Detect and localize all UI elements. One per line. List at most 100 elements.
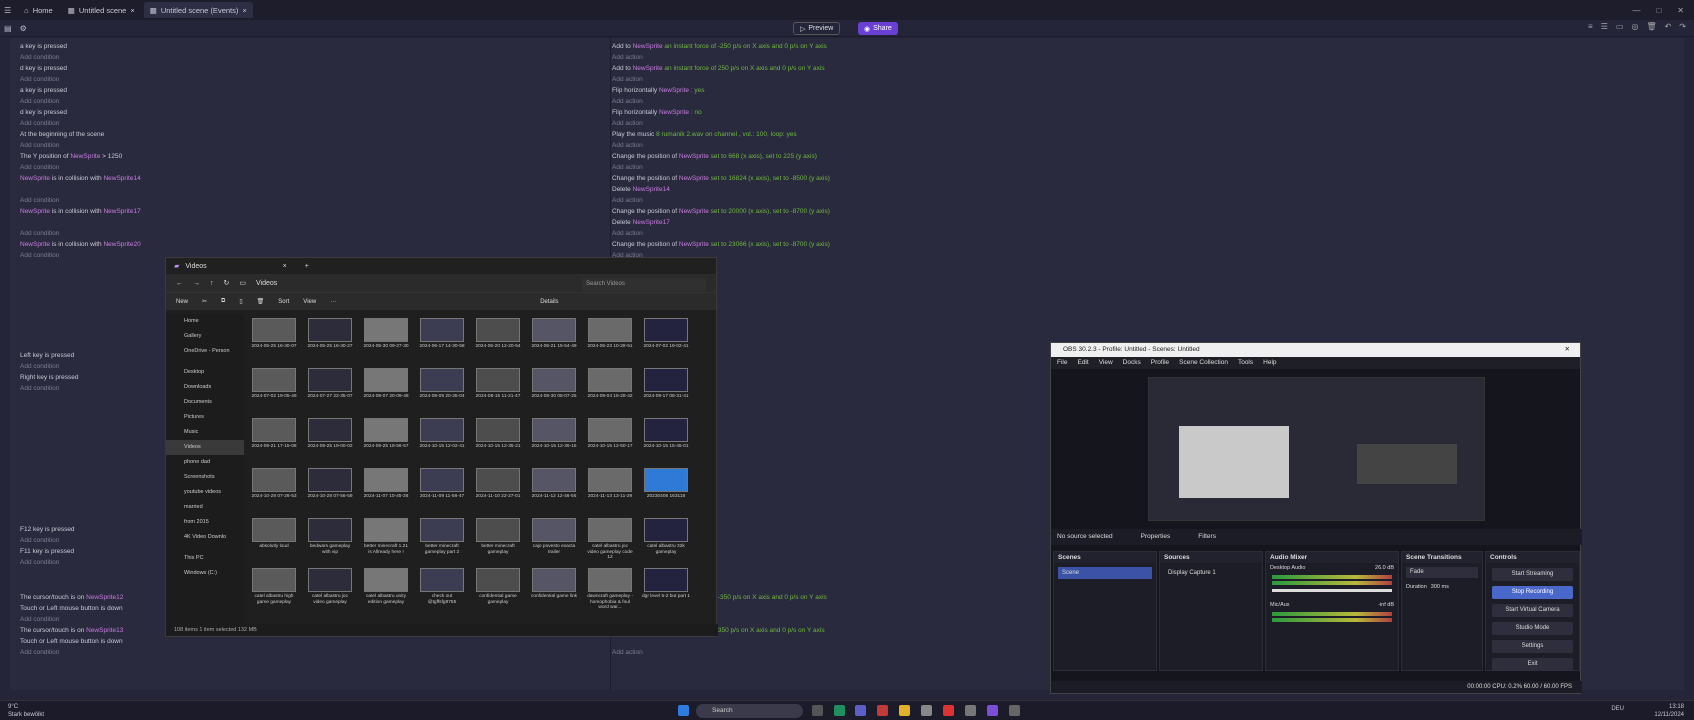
close-icon[interactable]: × bbox=[242, 6, 246, 15]
sidebar-item[interactable]: Screenshots bbox=[166, 470, 244, 485]
condition[interactable]: The cursor/touch is on NewSprite12 bbox=[20, 592, 123, 603]
video-thumbnail[interactable]: 2024-06-21 15-54-49 bbox=[530, 318, 578, 366]
obs-menu-item[interactable]: Scene Collection bbox=[1179, 357, 1228, 369]
teams-icon[interactable] bbox=[855, 705, 866, 716]
sidebar-item[interactable]: Pictures bbox=[166, 410, 244, 425]
video-thumbnail[interactable]: better minecraft 1.21 is Allready here ! bbox=[362, 518, 410, 566]
video-thumbnail[interactable]: 2024-10-15 15-45-01 bbox=[642, 418, 690, 466]
video-thumbnail[interactable]: 2024-10-15 12-50-17 bbox=[586, 418, 634, 466]
list-icon[interactable]: ☰ bbox=[1601, 22, 1608, 31]
control-exit-button[interactable]: Exit bbox=[1492, 658, 1573, 671]
settings-icon[interactable]: ⚙ bbox=[16, 24, 31, 33]
action[interactable]: Play the music 8 rumanik 2.wav on channe… bbox=[612, 129, 797, 140]
obs-menu-item[interactable]: Tools bbox=[1238, 357, 1253, 369]
video-thumbnail[interactable]: 2024-05-30 09-27-30 bbox=[362, 318, 410, 366]
control-settings-button[interactable]: Settings bbox=[1492, 640, 1573, 653]
condition[interactable]: Left key is pressed bbox=[20, 350, 74, 361]
video-thumbnail[interactable]: 2024-07-27 22-35-07 bbox=[306, 368, 354, 416]
new-button[interactable]: New bbox=[176, 299, 188, 305]
sidebar-item[interactable]: This PC bbox=[166, 551, 244, 566]
condition[interactable]: a key is pressed bbox=[20, 41, 67, 52]
add-condition-link[interactable]: Add condition bbox=[20, 228, 59, 239]
obs-menu-item[interactable]: View bbox=[1099, 357, 1113, 369]
properties-button[interactable]: Properties bbox=[1141, 529, 1171, 545]
video-thumbnail[interactable]: 2024-10-28 07-26-53 bbox=[250, 468, 298, 516]
condition[interactable]: Touch or Left mouse button is down bbox=[20, 636, 123, 647]
panel-icon[interactable]: ▤ bbox=[0, 24, 16, 33]
add-condition-link[interactable]: Add condition bbox=[20, 535, 59, 546]
app3-icon[interactable] bbox=[1009, 705, 1020, 716]
video-thumbnail[interactable]: 2024-08-07 20-09-48 bbox=[362, 368, 410, 416]
menu-icon[interactable]: ☰ bbox=[0, 6, 15, 15]
action[interactable]: Add to NewSprite an instant force of -25… bbox=[612, 41, 827, 52]
action[interactable]: Change the position of NewSprite set to … bbox=[612, 173, 830, 184]
delete-icon[interactable]: 🗑 bbox=[1646, 22, 1656, 31]
add-condition-link[interactable]: Add condition bbox=[20, 118, 59, 129]
add-condition-link[interactable]: Add condition bbox=[20, 74, 59, 85]
add-action-link[interactable]: Add action bbox=[612, 162, 643, 173]
video-thumbnail[interactable]: catel albastru unity edition gameplay bbox=[362, 568, 410, 616]
sidebar-item[interactable]: OneDrive - Person bbox=[166, 344, 244, 359]
add-action-link[interactable]: Add action bbox=[612, 74, 643, 85]
condition[interactable]: d key is pressed bbox=[20, 63, 67, 74]
action[interactable]: Change the position of NewSprite set to … bbox=[612, 239, 830, 250]
action[interactable]: Change the position of NewSprite set to … bbox=[612, 206, 830, 217]
video-thumbnail[interactable]: confidential game gameplay bbox=[474, 568, 522, 616]
refresh-icon[interactable]: ↻ bbox=[224, 279, 230, 287]
obs-menu-item[interactable]: Help bbox=[1263, 357, 1276, 369]
add-condition-link[interactable]: Add condition bbox=[20, 140, 59, 151]
app-icon[interactable] bbox=[877, 705, 888, 716]
more-icon[interactable]: ··· bbox=[330, 299, 336, 305]
sidebar-item[interactable]: Music bbox=[166, 425, 244, 440]
rename-icon[interactable]: ▯ bbox=[239, 298, 242, 305]
video-thumbnail[interactable]: 2024-09-17 08-31-41 bbox=[642, 368, 690, 416]
event-icon[interactable]: ≡ bbox=[1588, 22, 1593, 31]
sidebar-item[interactable]: phone dad bbox=[166, 455, 244, 470]
video-thumbnail[interactable]: 2024-06-20 12-20-54 bbox=[474, 318, 522, 366]
sidebar-item[interactable]: Home bbox=[166, 314, 244, 329]
action[interactable]: Add to NewSprite an instant force of 250… bbox=[612, 63, 825, 74]
transition-select[interactable]: Fade bbox=[1406, 567, 1478, 578]
obs-menu-item[interactable]: Profile bbox=[1151, 357, 1169, 369]
preview-button[interactable]: ▷ Preview bbox=[793, 22, 841, 35]
video-thumbnail[interactable]: 2024-10-15 12-36-15 bbox=[530, 418, 578, 466]
add-condition-link[interactable]: Add condition bbox=[20, 647, 59, 658]
tab-home[interactable]: ⌂ Home bbox=[18, 2, 59, 18]
tab-scene-events[interactable]: ▦ Untitled scene (Events) × bbox=[143, 2, 253, 18]
video-thumbnail[interactable]: 2024-06-23 10-28-51 bbox=[586, 318, 634, 366]
obs-menu-item[interactable]: File bbox=[1057, 357, 1067, 369]
video-thumbnail[interactable]: 2024-11-13 13-11-29 bbox=[586, 468, 634, 516]
action[interactable]: Change the position of NewSprite set to … bbox=[612, 151, 817, 162]
video-thumbnail[interactable]: 2024-08-30 08-07-25 bbox=[530, 368, 578, 416]
edge-icon[interactable] bbox=[834, 705, 845, 716]
condition[interactable]: NewSprite is in collision with NewSprite… bbox=[20, 206, 141, 217]
close-icon[interactable]: ✕ bbox=[1565, 343, 1570, 357]
obs-menu-item[interactable]: Edit bbox=[1077, 357, 1088, 369]
add-condition-link[interactable]: Add condition bbox=[20, 383, 59, 394]
breadcrumb[interactable]: Videos bbox=[256, 280, 277, 287]
video-thumbnail[interactable]: 2024-06-17 14-30-58 bbox=[418, 318, 466, 366]
add-action-link[interactable]: Add action bbox=[612, 647, 643, 658]
video-thumbnail[interactable]: catel albastru joc video gameplay code 1… bbox=[586, 518, 634, 566]
action[interactable]: Flip horizontally NewSprite : yes bbox=[612, 85, 705, 96]
add-action-link[interactable]: Add action bbox=[612, 118, 643, 129]
sidebar-item[interactable]: Downloads bbox=[166, 380, 244, 395]
add-condition-link[interactable]: Add condition bbox=[20, 361, 59, 372]
add-action-link[interactable]: Add action bbox=[612, 140, 643, 151]
cut-icon[interactable]: ✂ bbox=[202, 298, 207, 305]
sidebar-item[interactable]: Documents bbox=[166, 395, 244, 410]
condition[interactable]: The cursor/touch is on NewSprite13 bbox=[20, 625, 123, 636]
duration-input[interactable]: 300 ms bbox=[1431, 584, 1449, 590]
video-thumbnail[interactable]: 2024-10-15 12-35-21 bbox=[474, 418, 522, 466]
video-thumbnail[interactable]: 2024-08-09 20-35-04 bbox=[418, 368, 466, 416]
video-thumbnail[interactable]: better minecraft gameplay bbox=[474, 518, 522, 566]
video-thumbnail[interactable]: catel albastru joc video gameplay bbox=[306, 568, 354, 616]
video-thumbnail[interactable]: 2024-05-25 16-30-27 bbox=[306, 318, 354, 366]
clock[interactable]: 13:18 12/11/2024 bbox=[1654, 703, 1684, 719]
condition[interactable]: NewSprite is in collision with NewSprite… bbox=[20, 239, 141, 250]
add-action-link[interactable]: Add action bbox=[612, 96, 643, 107]
scene-item[interactable]: Scene bbox=[1058, 567, 1152, 579]
sort-button[interactable]: Sort bbox=[278, 299, 289, 305]
condition[interactable]: The Y position of NewSprite > 1250 bbox=[20, 151, 122, 162]
condition[interactable]: a key is pressed bbox=[20, 85, 67, 96]
